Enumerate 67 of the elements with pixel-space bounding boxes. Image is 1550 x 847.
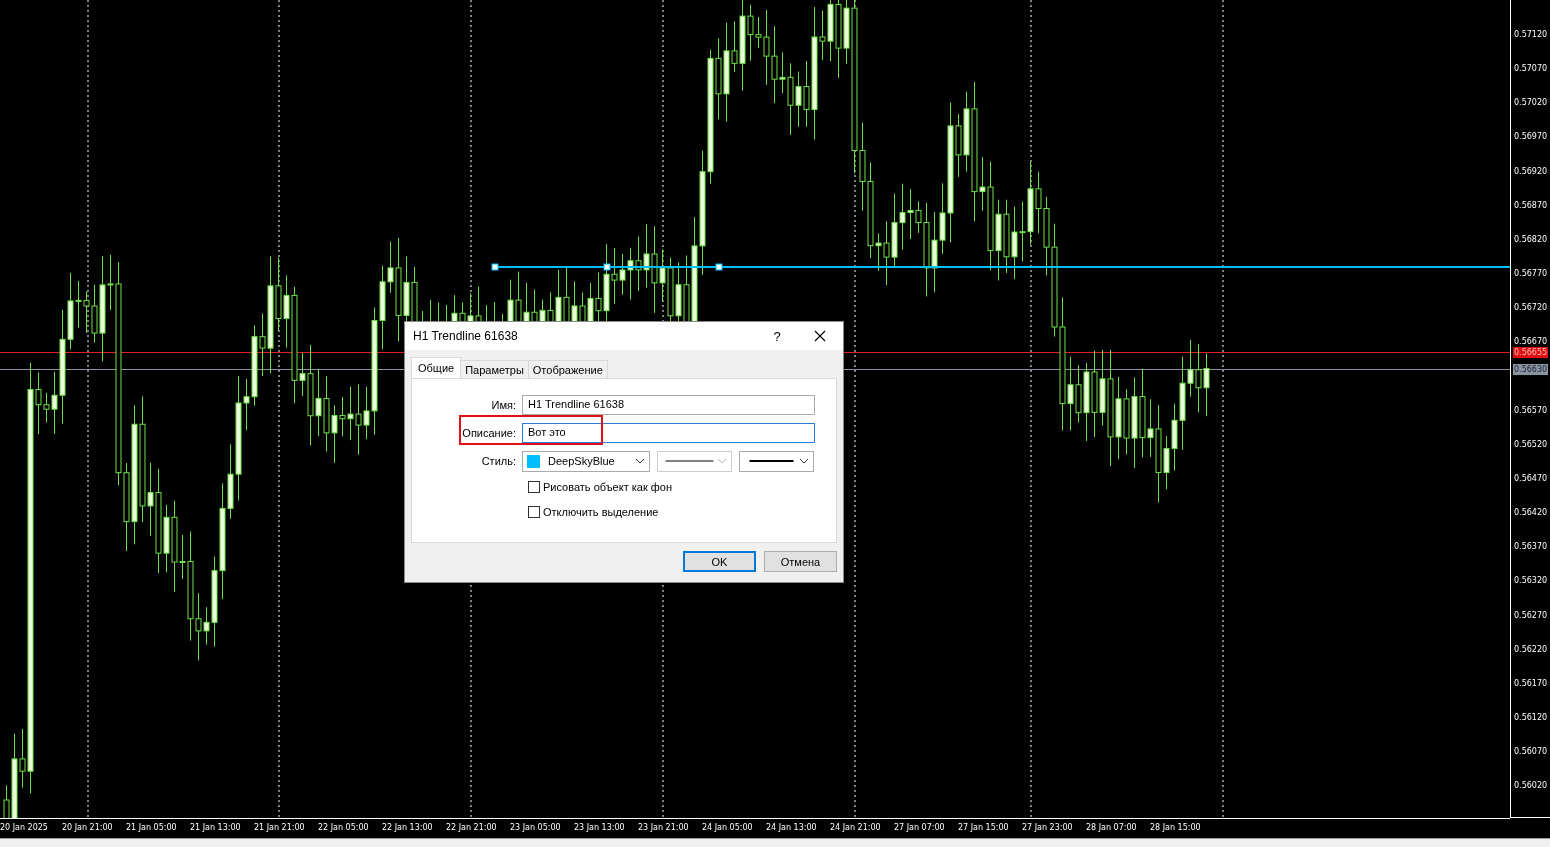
price-label: 0.56220 [1514, 643, 1548, 656]
caret-icon [635, 458, 645, 464]
caret-icon [799, 458, 809, 464]
price-label: 0.56970 [1514, 131, 1548, 144]
time-label: 24 Jan 21:00 [830, 823, 881, 832]
price-label: 0.56120 [1514, 712, 1548, 724]
close-icon [814, 330, 826, 342]
tab[interactable]: Общие [411, 357, 462, 378]
text-field[interactable]: Вот это [522, 423, 815, 443]
price-label: 0.56320 [1514, 575, 1548, 588]
price-label: 0.56070 [1514, 746, 1548, 759]
checkbox[interactable] [528, 505, 540, 518]
price-label: 0.56520 [1514, 438, 1548, 451]
price-label: 0.57070 [1514, 63, 1548, 76]
price-label: 0.57020 [1514, 97, 1548, 110]
price-label: 0.56370 [1514, 541, 1548, 554]
checkbox-label: Отключить выделение [543, 505, 659, 518]
time-label: 21 Jan 21:00 [254, 823, 305, 832]
time-label: 24 Jan 05:00 [702, 823, 753, 832]
price-label: 0.56020 [1514, 780, 1548, 793]
time-label: 24 Jan 13:00 [766, 823, 817, 832]
line-width-dropdown[interactable] [739, 450, 814, 472]
text-field[interactable]: H1 Trendline 61638 [522, 395, 815, 415]
time-label: 23 Jan 13:00 [574, 823, 625, 832]
price-label: 0.57120 [1514, 29, 1548, 41]
bid-price-label: 0.56655 [1513, 347, 1549, 358]
field-label: Описание: [461, 427, 517, 439]
time-label: 23 Jan 05:00 [510, 823, 561, 832]
ask-price-label: 0.56630 [1513, 364, 1549, 375]
color-name: DeepSkyBlue [548, 455, 616, 467]
time-label: 28 Jan 07:00 [1086, 823, 1137, 832]
dialog-button[interactable]: Отмена [764, 551, 837, 572]
time-label: 27 Jan 15:00 [958, 823, 1009, 832]
time-label: 27 Jan 07:00 [894, 823, 945, 832]
checkbox-label: Рисовать объект как фон [543, 480, 672, 493]
time-label: 21 Jan 05:00 [126, 823, 177, 832]
time-label: 22 Jan 21:00 [446, 823, 497, 832]
window-title: H1 Trendline 61638 [413, 329, 519, 343]
field-label: Стиль: [480, 455, 517, 467]
time-label: 21 Jan 13:00 [190, 823, 241, 832]
tab[interactable]: Отображение [527, 360, 608, 378]
time-label: 20 Jan 2025 [0, 823, 48, 832]
trendline[interactable] [491, 263, 1510, 271]
price-label: 0.56770 [1514, 268, 1548, 281]
price-label: 0.56870 [1514, 199, 1548, 212]
time-label: 22 Jan 13:00 [382, 823, 433, 832]
help-button[interactable]: ? [757, 322, 797, 350]
price-label: 0.56270 [1514, 609, 1548, 622]
time-label: 20 Jan 21:00 [62, 823, 113, 832]
time-label: 27 Jan 23:00 [1022, 823, 1073, 832]
price-label: 0.56170 [1514, 677, 1548, 690]
price-label: 0.56920 [1514, 165, 1548, 178]
time-label: 22 Jan 05:00 [318, 823, 369, 832]
price-label: 0.56470 [1514, 472, 1548, 485]
checkbox[interactable] [528, 480, 540, 493]
color-dropdown[interactable]: DeepSkyBlue [522, 450, 650, 472]
price-label: 0.56670 [1514, 336, 1548, 348]
price-label: 0.56720 [1514, 302, 1548, 315]
tab[interactable]: Параметры [460, 360, 529, 378]
price-label: 0.56420 [1514, 507, 1548, 520]
dialog-button[interactable]: OK [683, 551, 756, 572]
price-label: 0.56820 [1514, 233, 1548, 246]
time-label: 28 Jan 15:00 [1150, 823, 1201, 832]
caret-icon [717, 458, 727, 464]
field-label: Имя: [490, 399, 517, 411]
price-label: 0.56570 [1514, 404, 1548, 417]
time-label: 23 Jan 21:00 [638, 823, 689, 832]
